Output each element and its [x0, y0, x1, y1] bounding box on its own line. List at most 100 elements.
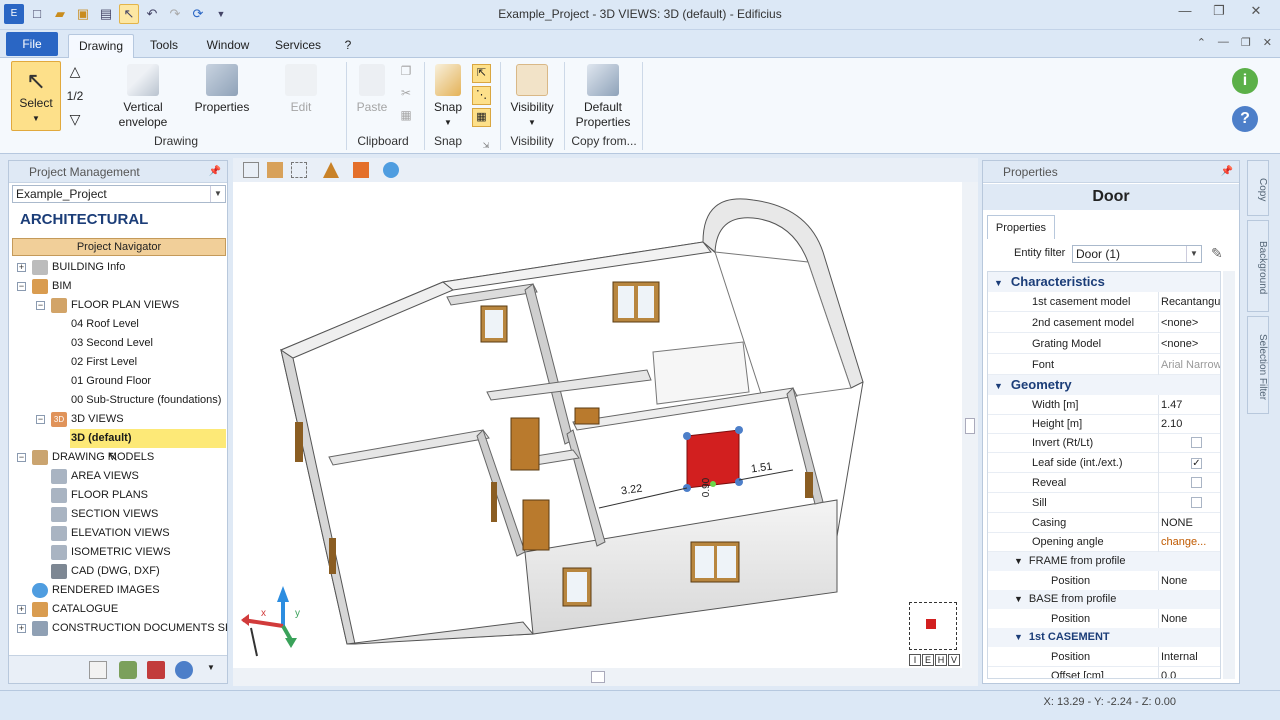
subcategory-frame[interactable]: ▼ FRAME from profile	[988, 552, 1220, 571]
filter-edit-icon[interactable]: ✎	[1211, 245, 1223, 262]
snap-mode-2-icon[interactable]: ⋱	[472, 86, 491, 105]
prop-value[interactable]: None	[1158, 571, 1220, 591]
prop-value[interactable]: NONE	[1158, 513, 1220, 533]
prop-value[interactable]: <none>	[1158, 334, 1220, 354]
pin-icon[interactable]: 📌	[209, 161, 221, 183]
format-icon[interactable]: ▦	[396, 108, 416, 123]
vertical-envelope-button[interactable]: Vertical envelope	[110, 64, 176, 130]
brush-icon[interactable]	[323, 162, 339, 178]
viewport-horizontal-scrollbar[interactable]	[233, 668, 978, 686]
maximize-icon[interactable]: ❐	[1202, 2, 1236, 22]
tab-drawing[interactable]: Drawing	[68, 34, 134, 58]
sill-checkbox[interactable]	[1191, 497, 1202, 508]
3d-viewport[interactable]: 3.22 1.51 0.90 x y I E H V	[233, 182, 978, 668]
section-tool-icon[interactable]	[243, 162, 259, 178]
invert-checkbox[interactable]	[1191, 437, 1202, 448]
pin-icon[interactable]: 📌	[1221, 161, 1233, 183]
prop-casement-position[interactable]: Position Internal	[988, 647, 1220, 667]
tab-services[interactable]: Services	[270, 34, 326, 58]
zoom-window-icon[interactable]	[291, 162, 307, 178]
settings-gear-icon[interactable]	[175, 661, 193, 679]
prop-value[interactable]: Arial Narrow	[1158, 355, 1220, 375]
copy-small-icon[interactable]: ❐	[396, 64, 416, 79]
prop-width[interactable]: Width [m] 1.47	[988, 395, 1220, 415]
snap-mode-1-icon[interactable]: ⇱	[472, 64, 491, 83]
close-icon[interactable]: ✕	[1236, 2, 1276, 22]
leaf-side-checkbox[interactable]: ✓	[1191, 458, 1202, 469]
prop-value[interactable]: 0.0	[1158, 666, 1220, 678]
snap-grid-icon[interactable]: ▦	[472, 108, 491, 127]
prop-opening-angle[interactable]: Opening angle change...	[988, 532, 1220, 552]
prop-value[interactable]: None	[1158, 609, 1220, 629]
view-button-i[interactable]: I	[909, 654, 921, 666]
globe-icon[interactable]	[383, 162, 399, 178]
material-icon[interactable]	[119, 661, 137, 679]
help-icon[interactable]: ?	[1232, 106, 1258, 132]
tab-window[interactable]: Window	[198, 34, 258, 58]
view-button-e[interactable]: E	[922, 654, 934, 666]
render-icon[interactable]	[353, 162, 369, 178]
prop-1st-casement[interactable]: 1st casement model Recantangul	[988, 292, 1220, 312]
prop-leaf-side[interactable]: Leaf side (int./ext.) ✓	[988, 453, 1220, 473]
snap-button[interactable]: Snap ▼	[428, 64, 468, 130]
snap-launcher-icon[interactable]: ⇲	[480, 138, 492, 153]
scroll-thumb[interactable]	[965, 418, 975, 434]
chevron-down-icon[interactable]: ▼	[207, 663, 215, 672]
paste-button[interactable]: Paste	[352, 64, 392, 115]
prop-value[interactable]: change...	[1158, 532, 1220, 552]
prop-value[interactable]: 1.47	[1158, 395, 1220, 415]
prop-height[interactable]: Height [m] 2.10	[988, 414, 1220, 434]
subcategory-base[interactable]: ▼ BASE from profile	[988, 590, 1220, 609]
side-tab-copy[interactable]: Copy	[1247, 160, 1269, 216]
project-combo[interactable]: Example_Project ▼	[12, 185, 226, 203]
view-cube[interactable]	[909, 602, 957, 650]
side-tab-selection-filter[interactable]: Selection Filter	[1247, 316, 1269, 414]
edit-button[interactable]: Edit	[276, 64, 326, 115]
file-menu-button[interactable]: File	[6, 32, 58, 56]
minimize-icon[interactable]: —	[1168, 2, 1202, 22]
view-button-h[interactable]: H	[935, 654, 947, 666]
entity-filter-combo[interactable]: Door (1) ▼	[1072, 245, 1202, 263]
prop-sill[interactable]: Sill	[988, 493, 1220, 513]
tree-item-3d-default[interactable]: 3D (default)	[70, 429, 226, 448]
side-tab-background[interactable]: Background	[1247, 220, 1269, 312]
prop-base-position[interactable]: Position None	[988, 609, 1220, 629]
texture-icon[interactable]	[267, 162, 283, 178]
project-navigator-button[interactable]: Project Navigator	[12, 238, 226, 256]
prop-value[interactable]: Recantangul	[1158, 292, 1220, 312]
view-button-v[interactable]: V	[948, 654, 960, 666]
doc-restore-icon[interactable]: ❐	[1241, 36, 1251, 49]
reveal-checkbox[interactable]	[1191, 477, 1202, 488]
tab-properties[interactable]: Properties	[987, 215, 1055, 239]
subcategory-1st-casement[interactable]: ▼ 1st CASEMENT	[988, 628, 1220, 647]
prop-frame-position[interactable]: Position None	[988, 571, 1220, 591]
report-icon[interactable]	[89, 661, 107, 679]
doc-close-icon[interactable]: ✕	[1263, 36, 1272, 49]
select-button-content[interactable]: ↖ Select ▼	[11, 68, 61, 126]
level-down-icon[interactable]: ▽	[64, 112, 86, 127]
doc-minimize-icon[interactable]: —	[1218, 36, 1229, 49]
prop-casement-offset[interactable]: Offset [cm] 0.0	[988, 666, 1220, 678]
prop-value[interactable]: Internal	[1158, 647, 1220, 667]
prop-font[interactable]: Font Arial Narrow	[988, 355, 1220, 375]
category-geometry[interactable]: ▼ Geometry	[988, 375, 1220, 395]
export-icon[interactable]	[147, 661, 165, 679]
prop-invert[interactable]: Invert (Rt/Lt)	[988, 433, 1220, 453]
prop-casing[interactable]: Casing NONE	[988, 513, 1220, 533]
tab-help[interactable]: ?	[338, 34, 358, 58]
collapse-ribbon-icon[interactable]: ⌃	[1197, 36, 1206, 49]
prop-grating-model[interactable]: Grating Model <none>	[988, 334, 1220, 354]
info-icon[interactable]: i	[1232, 68, 1258, 94]
properties-scrollbar[interactable]	[1223, 271, 1235, 679]
prop-value[interactable]: 2.10	[1158, 414, 1220, 434]
view-cube-center[interactable]	[926, 619, 936, 629]
tab-tools[interactable]: Tools	[142, 34, 186, 58]
prop-reveal[interactable]: Reveal	[988, 473, 1220, 493]
cut-icon[interactable]: ✂	[396, 86, 416, 101]
visibility-button[interactable]: Visibility ▼	[506, 64, 558, 130]
category-characteristics[interactable]: ▼ Characteristics	[988, 272, 1220, 292]
scroll-thumb[interactable]	[591, 671, 605, 683]
viewport-vertical-scrollbar[interactable]	[962, 182, 978, 668]
properties-button[interactable]: Properties	[192, 64, 252, 115]
prop-2nd-casement[interactable]: 2nd casement model <none>	[988, 313, 1220, 333]
